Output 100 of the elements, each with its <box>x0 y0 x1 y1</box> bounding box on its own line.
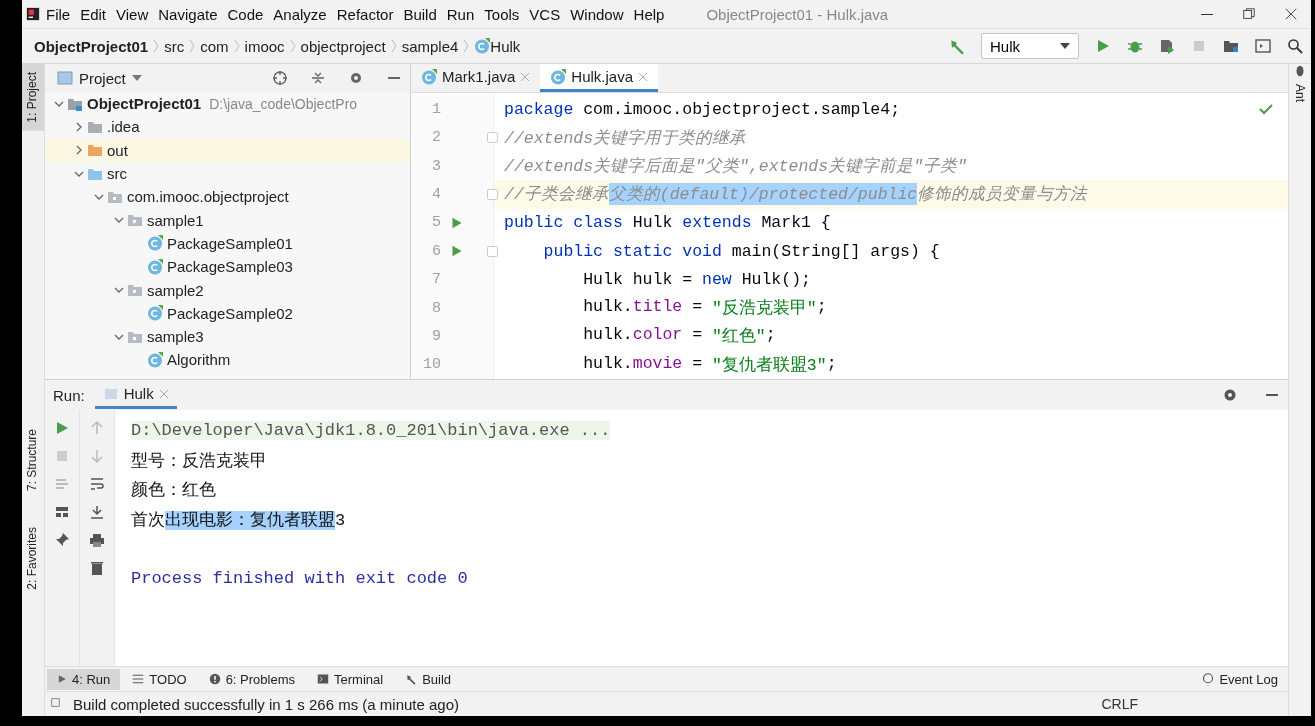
breadcrumb[interactable]: sample4 <box>401 37 459 55</box>
panel-icon <box>57 70 73 86</box>
close-icon <box>1284 7 1298 21</box>
class-icon <box>474 38 491 54</box>
chevron-icon <box>189 39 196 53</box>
tool-window-tab[interactable]: 1: Project <box>22 64 44 131</box>
menu-item[interactable]: File <box>42 3 75 25</box>
breadcrumb[interactable]: Hulk <box>490 37 521 55</box>
menu-item[interactable]: Run <box>442 3 479 25</box>
minimize-icon <box>1201 13 1213 15</box>
menu-item[interactable]: Help <box>629 3 669 25</box>
console-line: 型号：反浩克装甲 <box>131 450 267 472</box>
run-icon <box>1095 38 1111 54</box>
status-item[interactable]: CRLF <box>1101 696 1138 712</box>
menu-item[interactable]: Edit <box>76 3 111 25</box>
tool-window-tab[interactable]: 6: Problems <box>198 668 305 690</box>
tree-row[interactable]: sample1 <box>45 208 410 232</box>
class-icon <box>147 258 163 275</box>
line-number: 1 <box>431 100 441 118</box>
fold-marker[interactable] <box>487 245 498 257</box>
line-number: 2 <box>431 129 441 147</box>
soft-wrap-icon <box>89 476 105 492</box>
menu-item[interactable]: Refactor <box>332 3 398 25</box>
tool-window-tab[interactable]: 7: Structure <box>22 420 44 499</box>
tool-window-tab[interactable]: Terminal <box>307 668 394 690</box>
tree-item-label: sample2 <box>147 281 204 299</box>
tree-row[interactable]: sample2 <box>45 278 410 302</box>
menu-item[interactable]: Window <box>566 3 628 25</box>
close-icon <box>158 388 169 399</box>
menu-item[interactable]: Code <box>223 3 268 25</box>
menu-item[interactable]: View <box>112 3 153 25</box>
editor-tab[interactable]: Mark1.java <box>411 64 541 92</box>
tree-row[interactable]: Algorithm <box>45 348 410 372</box>
tree-item-label: src <box>107 165 127 183</box>
list-icon <box>132 673 145 685</box>
status-square-icon <box>51 698 63 710</box>
menu-item[interactable]: VCS <box>525 3 565 25</box>
line-number: 10 <box>422 356 441 374</box>
line-number: 8 <box>431 299 441 317</box>
breadcrumb[interactable]: imooc <box>244 37 285 55</box>
breadcrumb[interactable]: com <box>200 37 229 55</box>
menu-item[interactable]: Analyze <box>269 3 331 25</box>
dropdown-arrow-icon <box>1060 43 1070 49</box>
fold-marker[interactable] <box>487 132 498 144</box>
chevron-icon <box>463 39 470 53</box>
folder-icon <box>87 142 103 159</box>
close-icon <box>638 71 649 82</box>
stop-icon <box>54 448 70 464</box>
panel-title[interactable]: Project <box>79 69 126 87</box>
tree-item-label: sample1 <box>147 211 204 229</box>
dropdown-arrow-icon[interactable] <box>131 75 142 81</box>
code-line: hulk.title = "反浩克装甲"; <box>582 297 827 320</box>
restore-icon <box>1242 7 1256 21</box>
search-icon <box>1287 38 1303 54</box>
code-line: package com.imooc.objectproject.sample4; <box>503 99 901 119</box>
tree-item-label: .idea <box>107 118 140 136</box>
chevron-icon <box>153 39 160 53</box>
event-log-tab[interactable]: Event Log <box>1192 668 1288 690</box>
window-title: ObjectProject01 - Hulk.java <box>706 5 890 23</box>
tree-row[interactable]: PackageSample02 <box>45 301 410 325</box>
tree-item-label: com.imooc.objectproject <box>127 188 289 206</box>
tree-row[interactable]: com.imooc.objectproject <box>45 185 410 209</box>
tree-row[interactable]: PackageSample01 <box>45 231 410 256</box>
panel-title: Run: <box>53 386 85 404</box>
breadcrumb[interactable]: objectproject <box>300 37 386 55</box>
tree-row[interactable]: .idea <box>45 115 410 139</box>
tree-row[interactable]: src <box>45 161 410 186</box>
menu-item[interactable]: Navigate <box>154 3 222 25</box>
folder-icon <box>1223 38 1239 54</box>
tool-window-tab[interactable]: 2: Favorites <box>22 518 44 598</box>
down-arrow-icon <box>89 448 105 464</box>
tree-row[interactable]: PackageSample03 <box>45 255 410 279</box>
settings-icon <box>348 70 364 86</box>
tree-row[interactable]: sample3 <box>45 324 410 349</box>
fold-marker[interactable] <box>487 188 498 200</box>
run-configuration-dropdown[interactable]: Hulk <box>981 33 1079 59</box>
tool-window-tab[interactable]: Ant <box>1293 78 1307 108</box>
class-icon <box>147 305 163 322</box>
breadcrumb[interactable]: src <box>164 37 185 55</box>
code-line: //子类会继承父类的(default)/protected/public修饰的成员变量与方法 <box>503 183 1088 206</box>
tool-window-tab[interactable]: TODO <box>122 668 197 690</box>
code-line: hulk.movie = "复仇者联盟3"; <box>582 353 837 376</box>
close-icon <box>520 71 531 82</box>
editor-tab[interactable]: Hulk.java <box>540 64 659 92</box>
tree-row[interactable]: out <box>45 138 410 162</box>
breadcrumb[interactable]: ObjectProject01 <box>34 37 149 55</box>
tool-window-tab[interactable]: Build <box>395 668 462 690</box>
warning-icon <box>208 673 221 685</box>
code-line: public class Hulk extends Mark1 { <box>503 213 831 233</box>
line-number: 5 <box>431 214 441 232</box>
tree-row[interactable]: ObjectProject01 D:\java_code\ObjectPro <box>45 92 410 116</box>
code-line: hulk.color = "红色"; <box>582 325 776 348</box>
run-icon <box>57 674 67 684</box>
line-number: 6 <box>431 242 441 260</box>
menu-item[interactable]: Build <box>399 3 441 25</box>
tool-window-tab[interactable]: 4: Run <box>47 668 121 690</box>
chevron-icon <box>289 39 296 53</box>
line-number: 9 <box>431 327 441 345</box>
print-icon <box>89 532 105 548</box>
menu-item[interactable]: Tools <box>480 3 524 25</box>
